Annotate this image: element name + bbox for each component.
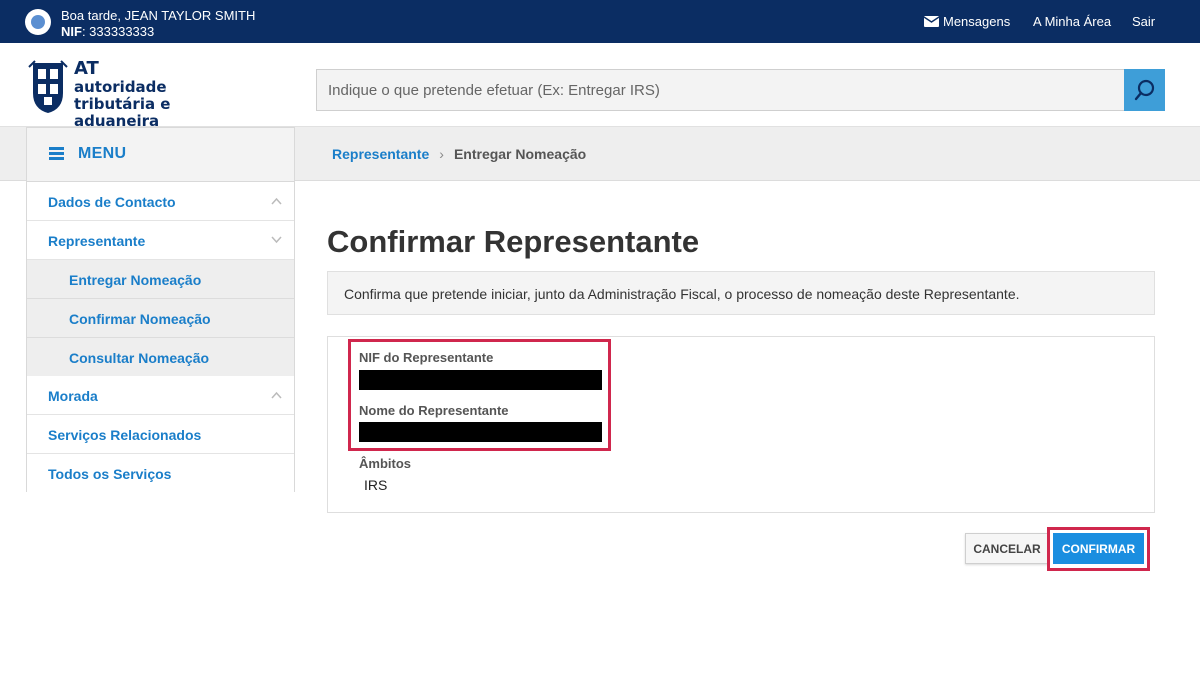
menu-toggle[interactable]: MENU <box>27 128 294 182</box>
breadcrumb-current: Entregar Nomeação <box>453 146 587 162</box>
messages-label: Mensagens <box>943 14 1011 29</box>
menu-label: MENU <box>78 145 127 162</box>
breadcrumb-separator-icon: › <box>439 146 444 162</box>
sidebar-item-label: Dados de Contacto <box>48 194 176 210</box>
sidebar-item-label: Representante <box>48 233 146 249</box>
breadcrumb-parent-link[interactable]: Representante <box>332 146 429 162</box>
breadcrumb: Representante › Entregar Nomeação <box>332 146 586 162</box>
sidebar-item-todos-servicos[interactable]: Todos os Serviços <box>27 454 294 493</box>
sidebar-subitem-label: Entregar Nomeação <box>69 272 202 288</box>
nif-representante-label: NIF do Representante <box>359 350 494 365</box>
sidebar-item-label: Todos os Serviços <box>48 466 172 482</box>
sidebar-subitem-confirmar-nomeacao[interactable]: Confirmar Nomeação <box>27 299 294 338</box>
chevron-down-icon <box>271 236 282 244</box>
sidebar-subitem-label: Confirmar Nomeação <box>69 311 211 327</box>
chevron-up-icon <box>271 391 282 399</box>
nif-line: NIF: 333333333 <box>61 24 154 39</box>
hamburger-icon <box>49 147 64 160</box>
nif-value: : 333333333 <box>81 24 155 39</box>
nif-representante-redacted <box>359 370 602 390</box>
page-title: Confirmar Representante <box>327 224 700 259</box>
sidebar-item-label: Morada <box>48 388 98 404</box>
search-button[interactable] <box>1124 69 1165 111</box>
sidebar-item-morada[interactable]: Morada <box>27 376 294 415</box>
sidebar-subitem-entregar-nomeacao[interactable]: Entregar Nomeação <box>27 260 294 299</box>
logout-link[interactable]: Sair <box>1132 14 1155 29</box>
top-bar: Boa tarde, JEAN TAYLOR SMITH NIF: 333333… <box>0 0 1200 43</box>
chevron-up-icon <box>271 197 282 205</box>
cancel-button[interactable]: CANCELAR <box>965 533 1049 564</box>
nif-label: NIF <box>61 24 82 39</box>
sidebar: MENU Dados de Contacto Representante Ent… <box>26 127 295 493</box>
info-message-text: Confirma que pretende iniciar, junto da … <box>344 286 1020 302</box>
envelope-icon <box>924 16 939 27</box>
sidebar-item-servicos-relacionados[interactable]: Serviços Relacionados <box>27 415 294 454</box>
search-box <box>316 69 1125 111</box>
search-input[interactable] <box>317 70 1124 110</box>
search-icon <box>1134 79 1154 101</box>
info-message: Confirma que pretende iniciar, junto da … <box>327 271 1155 315</box>
nome-representante-label: Nome do Representante <box>359 403 509 418</box>
greeting-text: Boa tarde, JEAN TAYLOR SMITH <box>61 8 256 23</box>
logo-line1: autoridade <box>74 78 167 96</box>
logo-line2: tributária e aduaneira <box>74 95 171 130</box>
at-logo[interactable]: AT autoridade tributária e aduaneira <box>27 57 257 130</box>
nome-representante-redacted <box>359 422 602 442</box>
sidebar-subitem-consultar-nomeacao[interactable]: Consultar Nomeação <box>27 338 294 377</box>
sidebar-item-dados-contacto[interactable]: Dados de Contacto <box>27 182 294 221</box>
messages-link[interactable]: Mensagens <box>924 14 1010 29</box>
ambitos-value: IRS <box>364 477 388 493</box>
sidebar-item-label: Serviços Relacionados <box>48 427 202 443</box>
sidebar-item-representante[interactable]: Representante <box>27 221 294 260</box>
coat-of-arms-icon <box>28 60 68 113</box>
sidebar-subitem-label: Consultar Nomeação <box>69 350 210 366</box>
confirm-button[interactable]: CONFIRMAR <box>1053 533 1144 564</box>
my-area-link[interactable]: A Minha Área <box>1033 14 1111 29</box>
logo-abbr: AT <box>74 58 99 79</box>
user-avatar-icon <box>25 9 51 35</box>
header: AT autoridade tributária e aduaneira <box>0 43 1200 130</box>
ambitos-label: Âmbitos <box>359 456 411 471</box>
